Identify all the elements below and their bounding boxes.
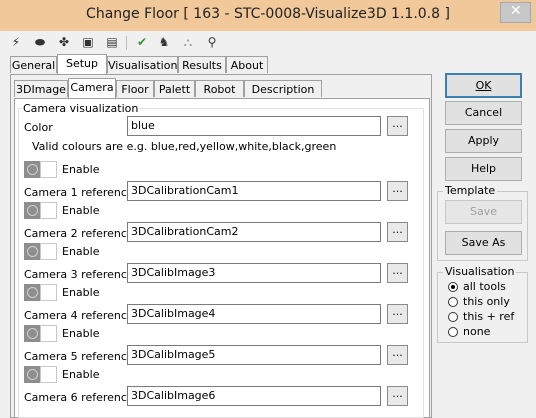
camera-reference-label: Camera 4 reference	[24, 309, 134, 322]
puzzle-icon[interactable]: ✤	[56, 34, 72, 50]
camera-reference-input[interactable]: 3DCalibImage6	[127, 386, 381, 406]
window-edge	[528, 53, 536, 418]
camera-reference-input[interactable]: 3DCalibImage3	[127, 263, 381, 283]
toggle-knob	[24, 202, 40, 219]
window-title: Change Floor [ 163 - STC-0008-Visualize3…	[86, 6, 450, 22]
radio-this-plus-ref[interactable]	[448, 312, 458, 322]
tab-robot[interactable]: Robot	[195, 80, 244, 97]
template-title: Template	[443, 184, 498, 197]
link-icon[interactable]: ⬬	[32, 34, 48, 50]
camera-reference-browse-button[interactable]: ...	[387, 222, 408, 242]
toggle-track	[40, 202, 57, 219]
toolbar-separator	[126, 36, 127, 50]
toggle-track	[40, 325, 57, 342]
radio-all-tools[interactable]	[448, 282, 458, 292]
color-label: Color	[24, 121, 53, 134]
radio-this-only[interactable]	[448, 297, 458, 307]
enable-toggle[interactable]	[24, 366, 57, 383]
toggle-knob	[24, 161, 40, 178]
template-save-as-button[interactable]: Save As	[445, 231, 522, 255]
toggle-knob	[24, 325, 40, 342]
list-icon[interactable]: ▤	[104, 34, 120, 50]
camera-reference-input[interactable]: 3DCalibImage4	[127, 304, 381, 324]
radio-this-only-label: this only	[463, 295, 510, 308]
camera-reference-browse-button[interactable]: ...	[387, 263, 408, 283]
camera-reference-browse-button[interactable]: ...	[387, 304, 408, 324]
close-button[interactable]: ✕	[500, 2, 531, 23]
template-save-button[interactable]: Save	[445, 200, 522, 224]
wrench-icon[interactable]: ⚲	[204, 34, 220, 50]
enable-toggle[interactable]	[24, 161, 57, 178]
radio-none-label: none	[463, 325, 491, 338]
tab-general[interactable]: General	[10, 56, 57, 73]
color-input[interactable]: blue	[127, 116, 381, 136]
camera-reference-input[interactable]: 3DCalibrationCam1	[127, 181, 381, 201]
toggle-track	[40, 284, 57, 301]
camera-reference-label: Camera 3 reference	[24, 268, 134, 281]
camera-reference-input[interactable]: 3DCalibImage5	[127, 345, 381, 365]
camera-reference-label: Camera 5 reference	[24, 350, 134, 363]
tab-about[interactable]: About	[226, 56, 268, 73]
camera-reference-label: Camera 6 reference	[24, 391, 134, 404]
tab-palett[interactable]: Palett	[154, 80, 195, 97]
visualisation-title: Visualisation	[443, 265, 517, 278]
camera-reference-browse-button[interactable]: ...	[387, 181, 408, 201]
enable-label: Enable	[62, 245, 100, 258]
tab-visualisation[interactable]: Visualisation	[107, 56, 178, 73]
tab-description[interactable]: Description	[244, 80, 322, 97]
toggle-track	[40, 161, 57, 178]
camera-reference-browse-button[interactable]: ...	[387, 386, 408, 406]
enable-toggle[interactable]	[24, 243, 57, 260]
console-icon[interactable]: ▣	[80, 34, 96, 50]
enable-toggle[interactable]	[24, 202, 57, 219]
enable-label: Enable	[62, 368, 100, 381]
tab-results[interactable]: Results	[178, 56, 226, 73]
color-browse-button[interactable]: ...	[387, 116, 408, 136]
camera-reference-label: Camera 1 reference	[24, 186, 134, 199]
group-title: Camera visualization	[22, 102, 140, 115]
color-hint: Valid colours are e.g. blue,red,yellow,w…	[32, 140, 337, 153]
lightning-icon[interactable]: ⚡	[8, 34, 24, 50]
camera-reference-label: Camera 2 reference	[24, 227, 134, 240]
tab-setup[interactable]: Setup	[57, 54, 107, 74]
toggle-track	[40, 366, 57, 383]
radio-all-tools-label: all tools	[463, 280, 506, 293]
tree-icon[interactable]: ⛬	[180, 34, 196, 50]
enable-label: Enable	[62, 286, 100, 299]
main-tab-strip: General Setup Visualisation Results Abou…	[10, 54, 270, 74]
cancel-button[interactable]: Cancel	[445, 101, 522, 125]
toggle-knob	[24, 366, 40, 383]
toggle-knob	[24, 284, 40, 301]
tab-3dimage[interactable]: 3DImage	[14, 80, 68, 97]
enable-label: Enable	[62, 204, 100, 217]
run-icon[interactable]: ♞	[156, 34, 172, 50]
apply-button[interactable]: Apply	[445, 129, 522, 153]
close-icon: ✕	[510, 3, 522, 19]
camera-reference-input[interactable]: 3DCalibrationCam2	[127, 222, 381, 242]
radio-none[interactable]	[448, 327, 458, 337]
toggle-track	[40, 243, 57, 260]
enable-toggle[interactable]	[24, 284, 57, 301]
check-icon[interactable]: ✔	[134, 34, 150, 50]
toggle-knob	[24, 243, 40, 260]
camera-reference-browse-button[interactable]: ...	[387, 345, 408, 365]
sub-tab-strip: 3DImage Camera Floor Palett Robot Descri…	[14, 78, 322, 98]
tab-camera[interactable]: Camera	[68, 78, 116, 98]
enable-label: Enable	[62, 327, 100, 340]
radio-this-plus-ref-label: this + ref	[463, 310, 515, 323]
tab-floor[interactable]: Floor	[116, 80, 154, 97]
enable-toggle[interactable]	[24, 325, 57, 342]
ok-button[interactable]: OK	[445, 73, 522, 98]
ok-label: OK	[475, 79, 492, 92]
help-button[interactable]: Help	[445, 157, 522, 181]
enable-label: Enable	[62, 163, 100, 176]
